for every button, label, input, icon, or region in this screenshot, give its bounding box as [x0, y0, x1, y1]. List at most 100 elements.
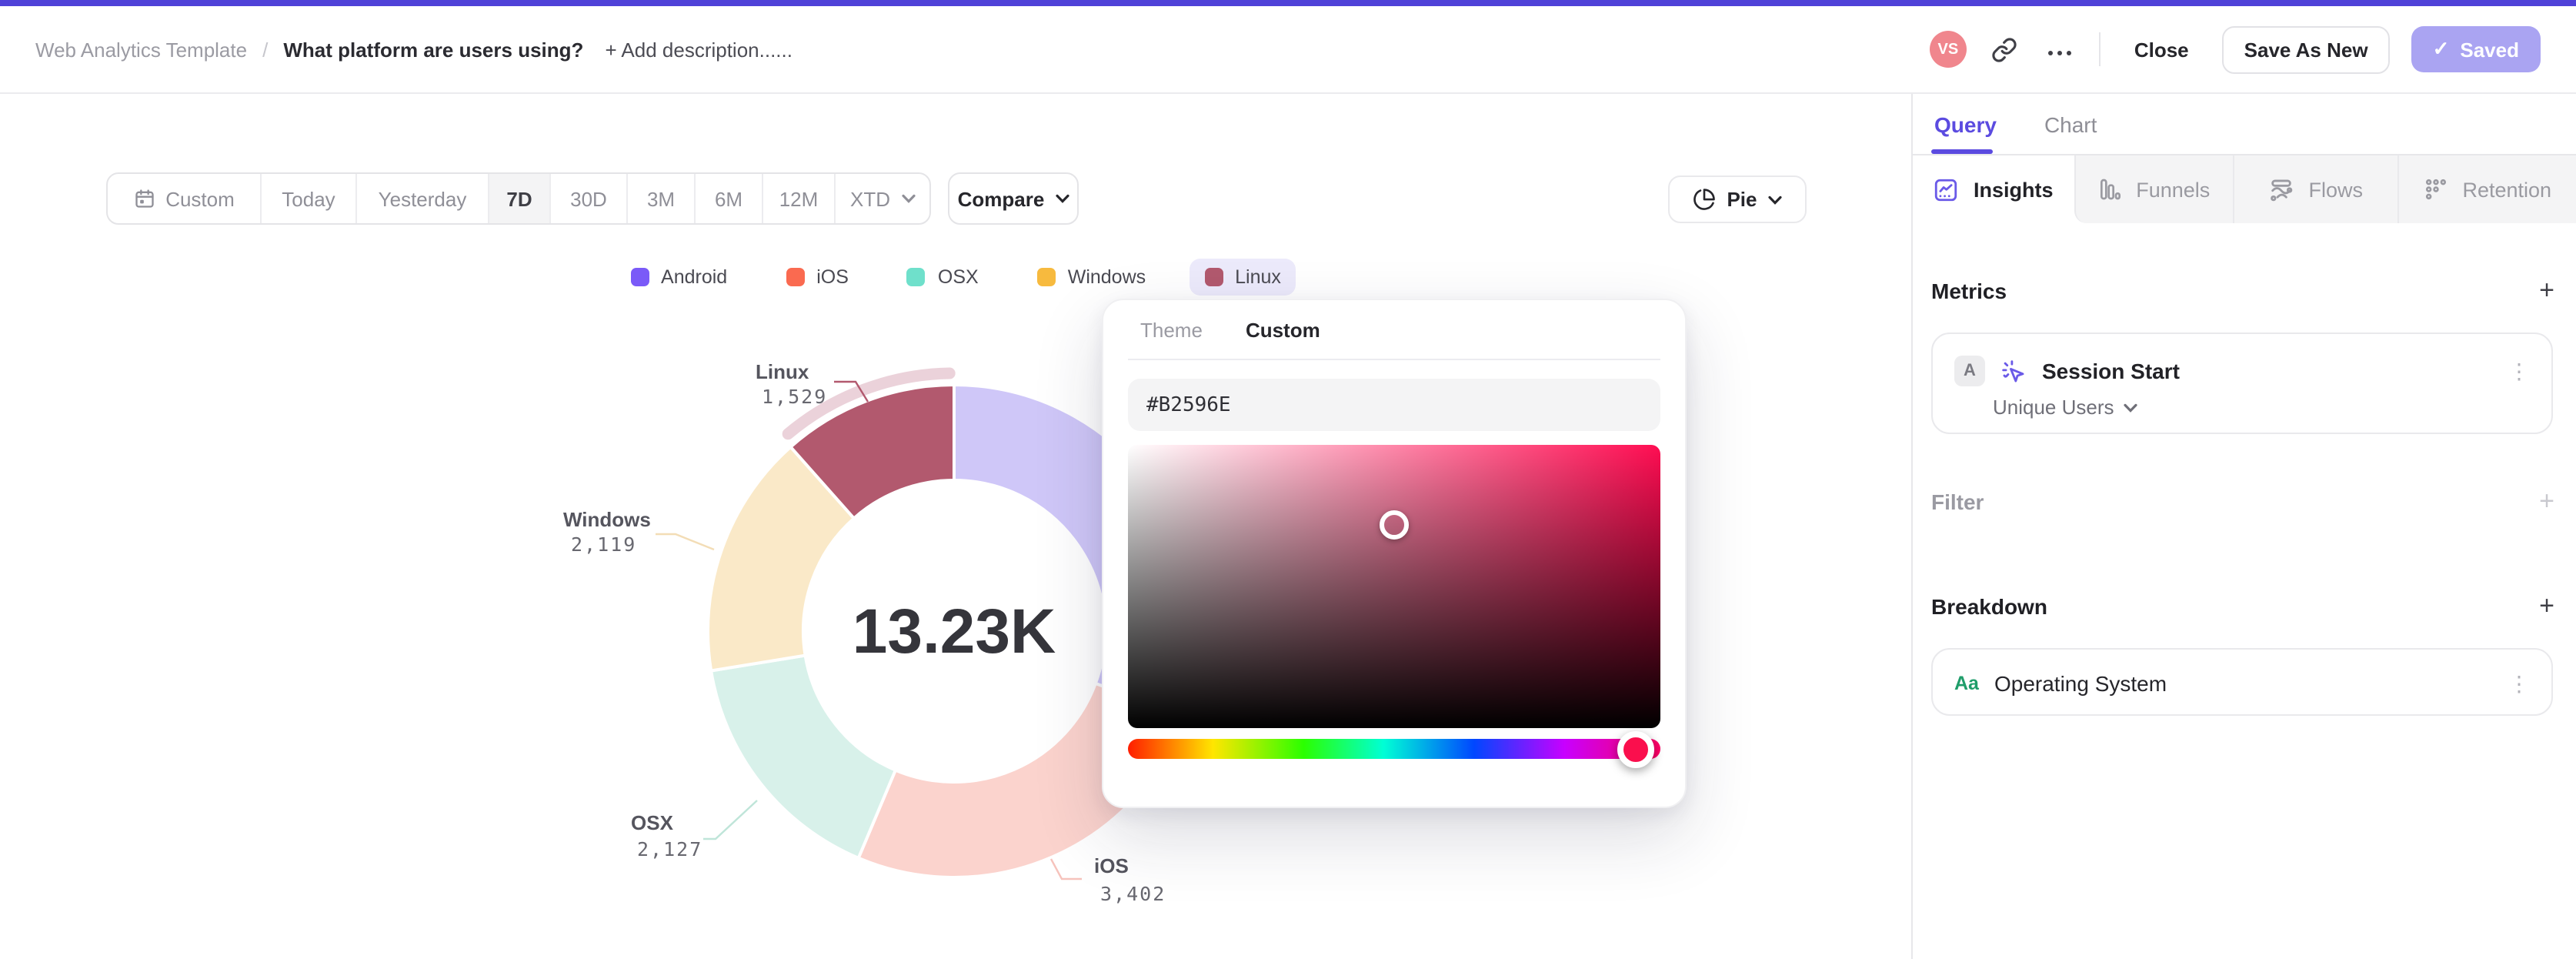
slice-label-value: 2,119 — [571, 533, 636, 556]
pie-slice-osx[interactable] — [709, 653, 897, 860]
header: Web Analytics Template / What platform a… — [0, 6, 2576, 94]
chart-type-label: Pie — [1727, 188, 1757, 211]
aggregation-select[interactable]: Unique Users — [1993, 396, 2551, 419]
color-picker-tabs: Theme Custom — [1128, 300, 1660, 360]
date-preset-today[interactable]: Today — [262, 174, 357, 223]
breadcrumb-root-link[interactable]: Web Analytics Template — [35, 38, 247, 61]
metric-event-name[interactable]: Session Start — [2042, 359, 2180, 383]
filter-title: Filter — [1931, 489, 1984, 513]
slice-label-value: 2,127 — [637, 838, 702, 860]
flows-icon — [2269, 176, 2295, 202]
chevron-down-icon — [901, 194, 915, 203]
string-property-icon: Aa — [1954, 673, 1979, 694]
chart-panel: Custom Today Yesterday 7D 30D 3M 6M 12M … — [0, 94, 1911, 959]
saved-button[interactable]: ✓ Saved — [2411, 26, 2541, 72]
header-divider — [2098, 32, 2101, 66]
date-preset-yesterday[interactable]: Yesterday — [357, 174, 489, 223]
header-actions: VS Close Save As New ✓ Saved — [1929, 25, 2541, 73]
check-icon: ✓ — [2432, 37, 2450, 60]
donut-center-total: 13.23K — [853, 596, 1056, 667]
tab-custom[interactable]: Custom — [1246, 318, 1320, 341]
link-icon — [1992, 36, 2018, 62]
metrics-header: Metrics + — [1931, 277, 2554, 303]
legend-label: Linux — [1235, 266, 1281, 288]
chart-type-button[interactable]: Pie — [1668, 175, 1807, 223]
insights-icon — [1934, 176, 1960, 202]
date-preset-3m[interactable]: 3M — [628, 174, 696, 223]
more-menu-button[interactable] — [2044, 32, 2077, 66]
legend-swatch — [1036, 268, 1056, 286]
hue-slider[interactable] — [1128, 730, 1660, 767]
chevron-down-icon — [1767, 195, 1782, 204]
avatar[interactable]: VS — [1929, 31, 1967, 68]
date-preset-label: Custom — [165, 187, 235, 210]
chevron-down-icon — [2123, 403, 2137, 412]
saturation-value-field[interactable] — [1128, 445, 1660, 728]
date-preset-custom[interactable]: Custom — [108, 174, 262, 223]
slice-label-name: Windows — [563, 508, 651, 531]
insight-editor-window: Web Analytics Template / What platform a… — [0, 0, 2576, 959]
slice-label-name: Linux — [756, 360, 809, 383]
query-sidebar: Query Chart Insights Funnels Flows Reten… — [1911, 94, 2576, 959]
filter-header: Filter + — [1931, 488, 2554, 514]
date-preset-6m[interactable]: 6M — [696, 174, 763, 223]
tab-query[interactable]: Query — [1934, 112, 1997, 136]
saved-button-label: Saved — [2460, 38, 2519, 61]
breakdown-header: Breakdown + — [1931, 593, 2554, 619]
hue-slider-handle[interactable] — [1617, 730, 1655, 767]
date-preset-30d[interactable]: 30D — [551, 174, 628, 223]
legend-swatch — [786, 268, 805, 286]
color-picker-popover: Theme Custom #B2596E — [1102, 299, 1687, 808]
date-range-control: Custom Today Yesterday 7D 30D 3M 6M 12M … — [106, 172, 931, 225]
breadcrumb: Web Analytics Template / What platform a… — [35, 38, 792, 61]
date-preset-xtd[interactable]: XTD — [836, 174, 929, 223]
active-tab-underline — [1931, 149, 1993, 154]
tab-insights[interactable]: Insights — [1913, 155, 2074, 223]
legend-label: Android — [661, 266, 728, 288]
add-description-button[interactable]: + Add description...... — [605, 38, 792, 61]
metric-options-button[interactable]: ⋮ — [2508, 358, 2530, 384]
legend-swatch — [1204, 268, 1223, 286]
legend-item-linux[interactable]: Linux — [1189, 259, 1296, 296]
breakdown-options-button[interactable]: ⋮ — [2508, 670, 2530, 697]
sidebar-tabs: Query Chart — [1913, 94, 2576, 155]
share-link-button[interactable] — [1988, 32, 2022, 66]
add-metric-button[interactable]: + — [2539, 277, 2554, 303]
metric-card-session-start[interactable]: A Session Start ⋮ Unique Users — [1931, 332, 2553, 434]
retention-icon — [2424, 177, 2448, 202]
legend-item-windows[interactable]: Windows — [1022, 259, 1161, 296]
legend-label: iOS — [816, 266, 849, 288]
ellipsis-icon — [2047, 35, 2074, 63]
chevron-down-icon — [1055, 194, 1069, 203]
slice-label-value: 3,402 — [1100, 883, 1166, 905]
accent-top-bar — [0, 0, 2576, 6]
date-preset-12m[interactable]: 12M — [763, 174, 836, 223]
slice-label-value: 1,529 — [762, 386, 827, 408]
tab-theme[interactable]: Theme — [1140, 318, 1203, 341]
legend-item-ios[interactable]: iOS — [770, 259, 864, 296]
tab-funnels[interactable]: Funnels — [2074, 155, 2233, 223]
tab-flows[interactable]: Flows — [2232, 155, 2398, 223]
legend-item-osx[interactable]: OSX — [892, 259, 994, 296]
breakdown-property-name[interactable]: Operating System — [1994, 671, 2167, 696]
slice-label-name: iOS — [1094, 854, 1129, 877]
breadcrumb-separator: / — [262, 38, 269, 61]
save-as-new-button[interactable]: Save As New — [2222, 25, 2390, 73]
close-button[interactable]: Close — [2122, 28, 2201, 70]
breakdown-card-operating-system[interactable]: Aa Operating System ⋮ — [1931, 648, 2553, 716]
color-selector-handle[interactable] — [1380, 510, 1409, 540]
compare-button[interactable]: Compare — [948, 172, 1079, 225]
hex-color-input[interactable]: #B2596E — [1128, 379, 1660, 431]
calendar-icon — [133, 188, 155, 209]
compare-label: Compare — [957, 187, 1045, 210]
date-preset-7d[interactable]: 7D — [489, 174, 551, 223]
legend-item-android[interactable]: Android — [615, 259, 742, 296]
tab-chart[interactable]: Chart — [2044, 112, 2097, 136]
series-badge: A — [1954, 356, 1985, 386]
page-title[interactable]: What platform are users using? — [283, 38, 583, 61]
add-filter-button[interactable]: + — [2539, 488, 2554, 514]
legend-label: OSX — [937, 266, 979, 288]
add-breakdown-button[interactable]: + — [2539, 593, 2554, 619]
tab-retention[interactable]: Retention — [2397, 155, 2576, 223]
click-event-icon — [2000, 358, 2027, 384]
